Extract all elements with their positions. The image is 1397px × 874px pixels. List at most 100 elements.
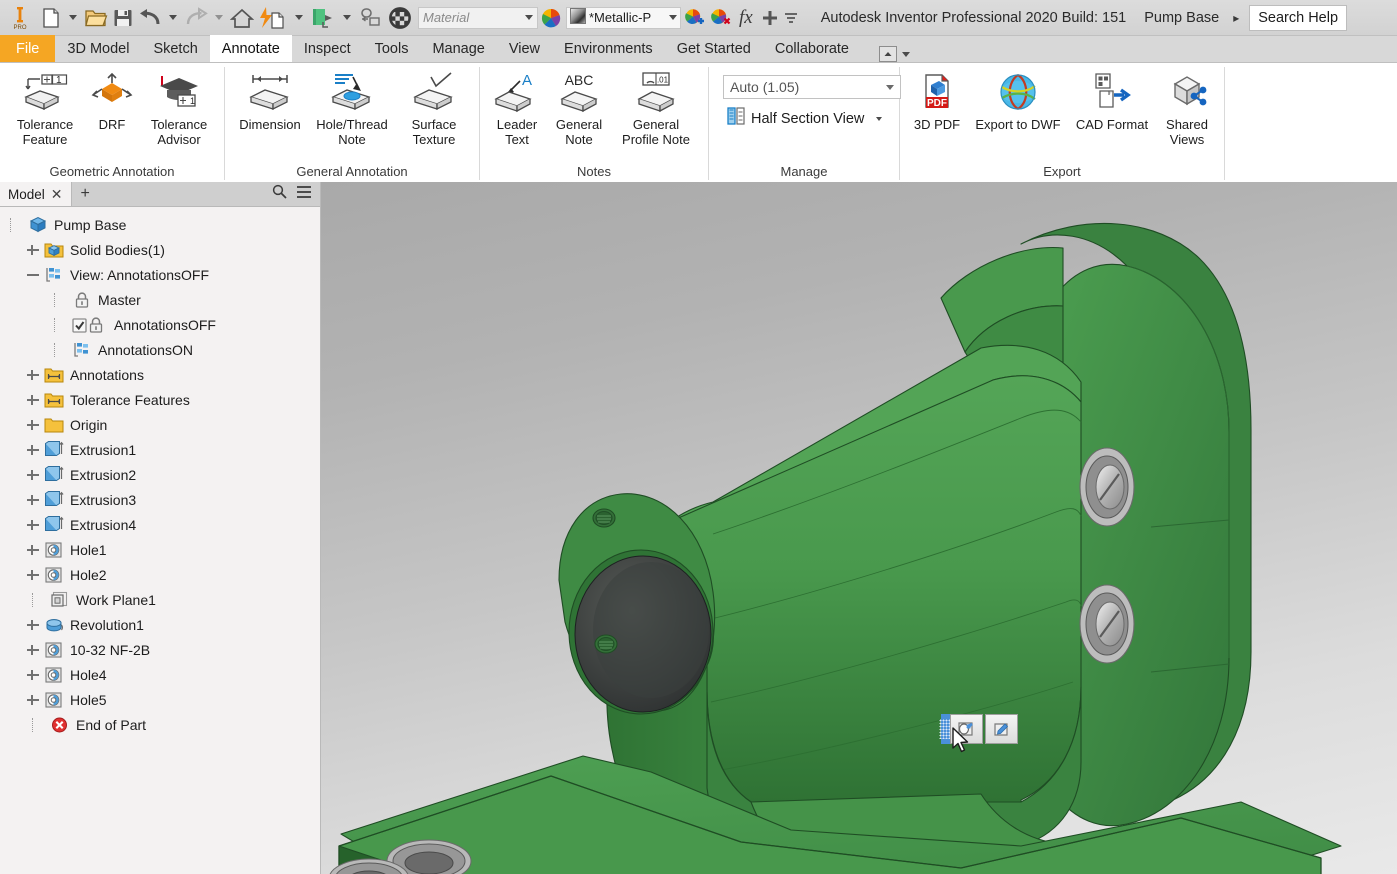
tree-item-hole4[interactable]: Hole4 [0, 662, 320, 687]
feature-tree[interactable]: Pump Base Solid Bodies(1) View: Annotation… [0, 207, 320, 874]
tab-view[interactable]: View [497, 35, 552, 62]
surface-texture-button[interactable]: Surface Texture [395, 67, 473, 150]
tolerance-mini-toolbar[interactable] [938, 714, 1018, 744]
undo-dropdown-caret[interactable] [169, 15, 177, 20]
minimize-ribbon-button[interactable] [879, 46, 898, 62]
tree-item-annotationson[interactable]: AnnotationsON [0, 337, 320, 362]
tree-expander-plus[interactable] [26, 643, 40, 657]
tab-file[interactable]: File [0, 35, 56, 62]
tree-item-origin[interactable]: Origin [0, 412, 320, 437]
half-section-view-caret[interactable] [876, 116, 883, 121]
tree-expander-plus[interactable] [26, 443, 40, 457]
tab-manage[interactable]: Manage [420, 35, 496, 62]
measure-icon[interactable] [356, 3, 386, 33]
undo-icon[interactable] [136, 3, 164, 33]
tree-expander-minus[interactable] [26, 268, 40, 282]
tree-item-annotationsoff[interactable]: AnnotationsOFF [0, 312, 320, 337]
customize-qat-icon[interactable] [781, 3, 801, 33]
tree-item-extrusion4[interactable]: Extrusion4 [0, 512, 320, 537]
add-icon[interactable] [759, 3, 781, 33]
hole-thread-note-button[interactable]: Hole/Thread Note [309, 67, 395, 150]
material-dropdown-caret[interactable] [525, 15, 533, 20]
save-icon[interactable] [110, 3, 136, 33]
tree-item-extrusion1[interactable]: Extrusion1 [0, 437, 320, 462]
update-icon[interactable] [256, 3, 290, 33]
select-dropdown-caret[interactable] [343, 15, 351, 20]
tree-expander-plus[interactable] [26, 468, 40, 482]
shared-views-button[interactable]: Shared Views [1156, 67, 1218, 150]
dimension-button[interactable]: Dimension [231, 67, 309, 135]
tree-item-revolution1[interactable]: Revolution1 [0, 612, 320, 637]
cad-format-button[interactable]: CAD Format [1068, 67, 1156, 135]
tab-inspect[interactable]: Inspect [292, 35, 363, 62]
tree-expander-plus[interactable] [26, 243, 40, 257]
search-icon[interactable] [272, 184, 287, 204]
tree-item-10-32-nf-2b[interactable]: 10-32 NF-2B [0, 637, 320, 662]
tree-item-hole1[interactable]: Hole1 [0, 537, 320, 562]
tree-item-hole2[interactable]: Hole2 [0, 562, 320, 587]
tab-3d-model[interactable]: 3D Model [55, 35, 141, 62]
tree-expander-plus[interactable] [26, 668, 40, 682]
export-to-dwf-button[interactable]: Export to DWF [968, 67, 1068, 135]
ribbon-display-caret[interactable] [902, 51, 911, 57]
export-3d-pdf-button[interactable]: PDF 3D PDF [906, 67, 968, 135]
tree-expander-plus[interactable] [26, 368, 40, 382]
tree-item-extrusion3[interactable]: Extrusion3 [0, 487, 320, 512]
tree-expander-plus[interactable] [26, 693, 40, 707]
material-field[interactable]: Material [418, 6, 538, 29]
leader-text-button[interactable]: A Leader Text [486, 67, 548, 150]
remove-appearance-icon[interactable] [707, 3, 733, 33]
half-section-view-button[interactable]: Half Section View [723, 105, 901, 132]
tab-sketch[interactable]: Sketch [141, 35, 209, 62]
drf-button[interactable]: DRF [84, 67, 140, 135]
tolerance-feature-button[interactable]: 1 Tolerance Feature [6, 67, 84, 150]
redo-dropdown-caret[interactable] [215, 15, 223, 20]
tab-get-started[interactable]: Get Started [665, 35, 763, 62]
open-file-icon[interactable] [82, 3, 110, 33]
search-help-input[interactable]: Search Help [1249, 4, 1348, 31]
tree-expander-plus[interactable] [26, 518, 40, 532]
tree-item-solid-bodies-1[interactable]: Solid Bodies(1) [0, 237, 320, 262]
tab-environments[interactable]: Environments [552, 35, 665, 62]
general-note-button[interactable]: ABC General Note [548, 67, 610, 150]
browser-tab-model[interactable]: Model ✕ [0, 182, 72, 206]
search-expander-arrow[interactable]: ▸ [1233, 11, 1239, 25]
tree-expander-plus[interactable] [26, 493, 40, 507]
tree-item-view-annotationsoff[interactable]: View: AnnotationsOFF [0, 262, 320, 287]
material-browser-icon[interactable] [538, 3, 564, 33]
select-icon[interactable] [308, 3, 338, 33]
tab-tools[interactable]: Tools [363, 35, 421, 62]
new-file-icon[interactable] [38, 3, 64, 33]
mini-toolbar-drag-handle[interactable] [938, 714, 953, 744]
hamburger-menu-icon[interactable] [296, 185, 312, 204]
tree-expander-plus[interactable] [26, 393, 40, 407]
tab-annotate[interactable]: Annotate [209, 35, 292, 62]
appearance-sphere-icon[interactable] [386, 3, 414, 33]
tree-expander-plus[interactable] [26, 543, 40, 557]
tree-item-end-of-part[interactable]: End of Part [0, 712, 320, 737]
graphics-viewport[interactable] [321, 182, 1397, 874]
add-appearance-icon[interactable] [681, 3, 707, 33]
parameters-fx-icon[interactable]: fx [733, 3, 759, 33]
tree-item-master[interactable]: Master [0, 287, 320, 312]
close-icon[interactable]: ✕ [51, 186, 63, 203]
appearance-field[interactable]: *Metallic-P [566, 6, 681, 29]
tree-item-annotations[interactable]: Annotations [0, 362, 320, 387]
tree-expander-plus[interactable] [26, 618, 40, 632]
pump-base-3d-model[interactable] [321, 182, 1397, 874]
new-file-dropdown-caret[interactable] [69, 15, 77, 20]
tree-expander-plus[interactable] [26, 418, 40, 432]
tree-item-hole5[interactable]: Hole5 [0, 687, 320, 712]
tree-item-pump-base[interactable]: Pump Base [0, 212, 320, 237]
tree-item-tolerance-features[interactable]: Tolerance Features [0, 387, 320, 412]
tree-expander-plus[interactable] [26, 568, 40, 582]
add-browser-tab-button[interactable]: + [72, 182, 99, 206]
home-icon[interactable] [228, 3, 256, 33]
create-tolerance-feature-button[interactable] [950, 714, 983, 744]
inventor-pro-logo-icon[interactable]: PRO [0, 3, 38, 33]
tree-item-work-plane1[interactable]: Work Plane1 [0, 587, 320, 612]
update-dropdown-caret[interactable] [295, 15, 303, 20]
tab-collaborate[interactable]: Collaborate [763, 35, 861, 62]
appearance-dropdown-caret[interactable] [669, 15, 677, 20]
redo-icon[interactable] [182, 3, 210, 33]
